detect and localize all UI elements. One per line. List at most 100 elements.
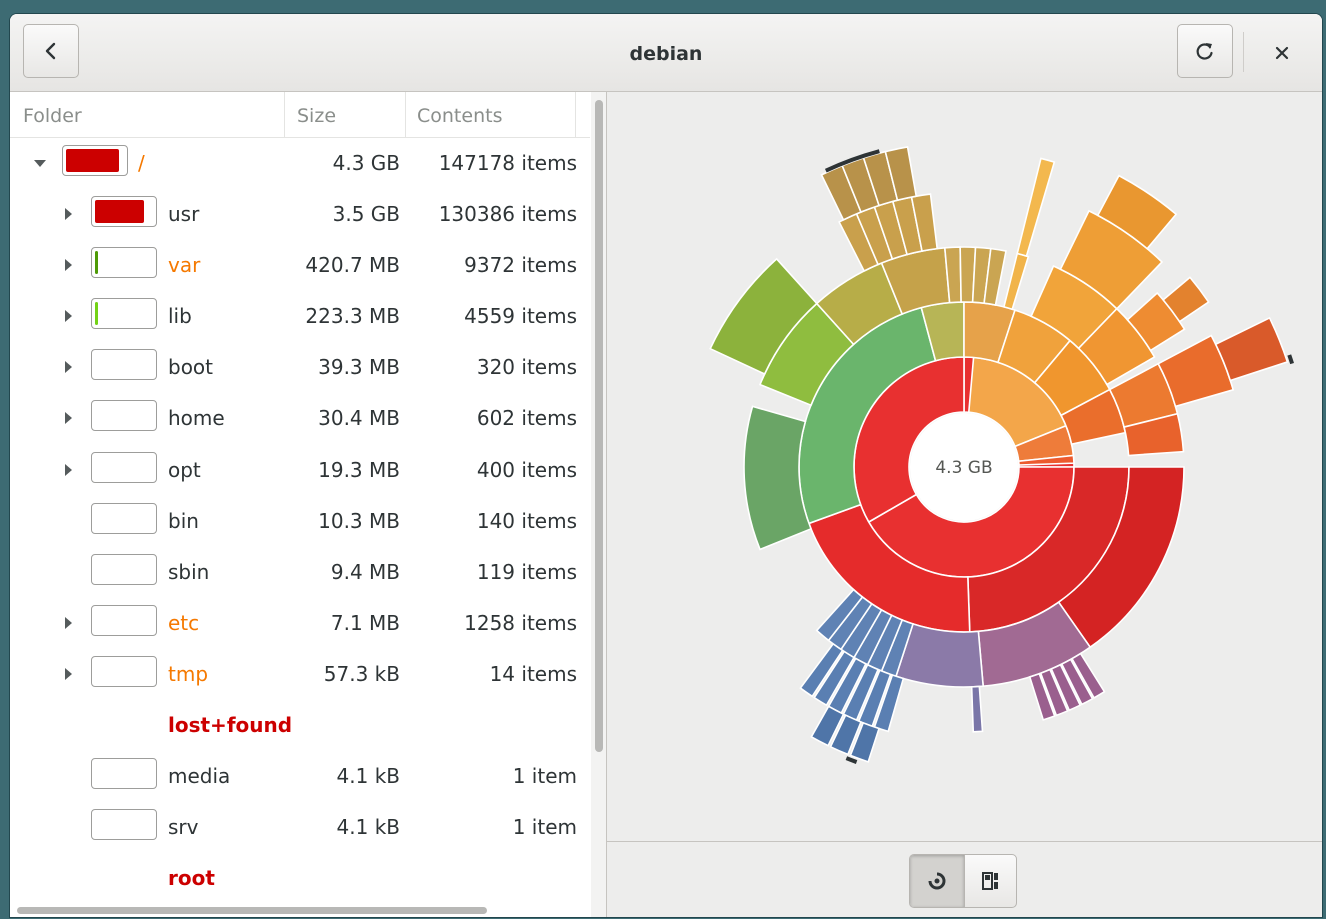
folder-contents: 400 items xyxy=(476,457,577,482)
view-switcher xyxy=(909,854,1017,908)
folder-contents: 320 items xyxy=(476,355,577,380)
window-close-icon xyxy=(1275,46,1289,60)
folder-contents: 119 items xyxy=(476,559,577,584)
close-button[interactable] xyxy=(1262,36,1302,70)
usage-bar xyxy=(91,502,157,534)
ring-segment[interactable] xyxy=(1016,157,1056,258)
folder-name: var xyxy=(168,253,201,278)
ring-segment[interactable] xyxy=(1002,252,1030,311)
usage-bar xyxy=(91,553,157,585)
rings-view-button[interactable] xyxy=(910,855,965,907)
tree-row[interactable]: usr 3.5 GB 130386 items xyxy=(10,189,590,240)
ring-overflow-mark xyxy=(1287,354,1294,365)
header-separator xyxy=(1243,32,1244,72)
expander-closed-icon[interactable] xyxy=(65,667,72,680)
usage-bar xyxy=(91,400,157,432)
expander-closed-icon[interactable] xyxy=(65,259,72,272)
expander-closed-icon[interactable] xyxy=(65,463,72,476)
rings-chart-area: 4.3 GB xyxy=(607,92,1322,842)
app-window: debian Folder Size Contents /4.3 GB 14717… xyxy=(10,14,1322,917)
horizontal-scrollbar[interactable] xyxy=(10,902,591,917)
column-header-contents[interactable]: Contents xyxy=(406,92,576,138)
ring-segment[interactable] xyxy=(1214,316,1289,382)
folder-tree-pane: Folder Size Contents /4.3 GB 147178 items… xyxy=(10,92,607,917)
folder-name: lost+found xyxy=(168,713,293,738)
rings-chart[interactable]: 4.3 GB xyxy=(607,92,1322,841)
expander-open-icon[interactable] xyxy=(34,160,46,167)
rings-chart-icon xyxy=(928,872,946,890)
tree-row[interactable]: bin 10.3 MB 140 items xyxy=(10,496,590,547)
usage-bar xyxy=(91,809,157,841)
ring-center-label: 4.3 GB xyxy=(935,458,992,478)
window-title: debian xyxy=(629,43,703,65)
back-button[interactable] xyxy=(23,24,79,78)
folder-contents: 130386 items xyxy=(438,202,577,227)
tree-row[interactable]: /4.3 GB 147178 items xyxy=(10,138,590,189)
bottom-bar xyxy=(607,842,1322,917)
ring-segment[interactable] xyxy=(970,685,984,733)
header-bar: debian xyxy=(10,14,1322,92)
usage-bar xyxy=(91,247,157,279)
tree-row[interactable]: boot 39.3 MB 320 items xyxy=(10,342,590,393)
treemap-view-button[interactable] xyxy=(964,855,1016,907)
usage-bar-fill xyxy=(95,302,98,326)
folder-name: home xyxy=(168,406,225,431)
horizontal-scrollbar-thumb[interactable] xyxy=(17,907,487,914)
tree-row[interactable]: lost+found xyxy=(10,700,590,751)
folder-name: srv xyxy=(168,815,199,840)
treemap-chart-icon xyxy=(982,872,998,890)
go-previous-icon xyxy=(45,42,56,60)
folder-name: tmp xyxy=(168,661,209,686)
folder-name: sbin xyxy=(168,559,210,584)
folder-name: usr xyxy=(168,202,200,227)
usage-bar-fill xyxy=(95,251,98,275)
refresh-button[interactable] xyxy=(1177,24,1233,78)
usage-bar xyxy=(91,655,157,687)
tree-row[interactable]: opt 19.3 MB 400 items xyxy=(10,445,590,496)
vertical-scrollbar[interactable] xyxy=(591,92,606,917)
column-header-size[interactable]: Size xyxy=(285,92,406,138)
folder-name: media xyxy=(168,764,231,789)
tree-row[interactable]: var 420.7 MB 9372 items xyxy=(10,240,590,291)
tree-row[interactable]: tmp 57.3 kB 14 items xyxy=(10,649,590,700)
view-refresh-icon xyxy=(1196,43,1213,60)
expander-closed-icon[interactable] xyxy=(65,310,72,323)
folder-contents: 14 items xyxy=(489,661,577,686)
column-header-folder[interactable]: Folder xyxy=(10,92,285,138)
folder-contents: 147178 items xyxy=(438,151,577,175)
folder-contents: 1258 items xyxy=(464,610,577,635)
folder-contents: 1 item xyxy=(512,764,577,789)
folder-name: root xyxy=(168,866,215,891)
usage-bar-fill xyxy=(66,149,119,172)
folder-name: etc xyxy=(168,610,200,635)
expander-closed-icon[interactable] xyxy=(65,361,72,374)
expander-closed-icon[interactable] xyxy=(65,616,72,629)
folder-name: boot xyxy=(168,355,214,380)
usage-bar xyxy=(91,298,157,330)
usage-bar xyxy=(91,758,157,790)
folder-tree: /4.3 GB 147178 items usr 3.5 GB 130386 items… xyxy=(10,138,590,904)
chart-pane: 4.3 GB xyxy=(607,92,1322,917)
vertical-scrollbar-thumb[interactable] xyxy=(595,100,603,752)
tree-row[interactable]: sbin 9.4 MB 119 items xyxy=(10,547,590,598)
tree-row[interactable]: lib 223.3 MB 4559 items xyxy=(10,291,590,342)
tree-row[interactable]: home 30.4 MB 602 items xyxy=(10,393,590,444)
tree-row[interactable]: root xyxy=(10,853,590,904)
folder-name: opt xyxy=(168,457,201,482)
usage-bar-fill xyxy=(95,200,145,224)
tree-row[interactable]: srv 4.1 kB 1 item xyxy=(10,802,590,853)
tree-row[interactable]: etc 7.1 MB 1258 items xyxy=(10,598,590,649)
folder-contents: 4559 items xyxy=(464,304,577,329)
usage-bar xyxy=(62,145,128,176)
expander-closed-icon[interactable] xyxy=(65,208,72,221)
usage-bar xyxy=(91,451,157,483)
tree-row[interactable]: media 4.1 kB 1 item xyxy=(10,751,590,802)
column-header: Folder Size Contents xyxy=(10,92,590,138)
usage-bar xyxy=(91,196,157,228)
folder-contents: 140 items xyxy=(476,508,577,533)
folder-name: lib xyxy=(168,304,192,329)
folder-contents: 1 item xyxy=(512,815,577,840)
expander-closed-icon[interactable] xyxy=(65,412,72,425)
folder-contents: 602 items xyxy=(476,406,577,431)
usage-bar xyxy=(91,604,157,636)
